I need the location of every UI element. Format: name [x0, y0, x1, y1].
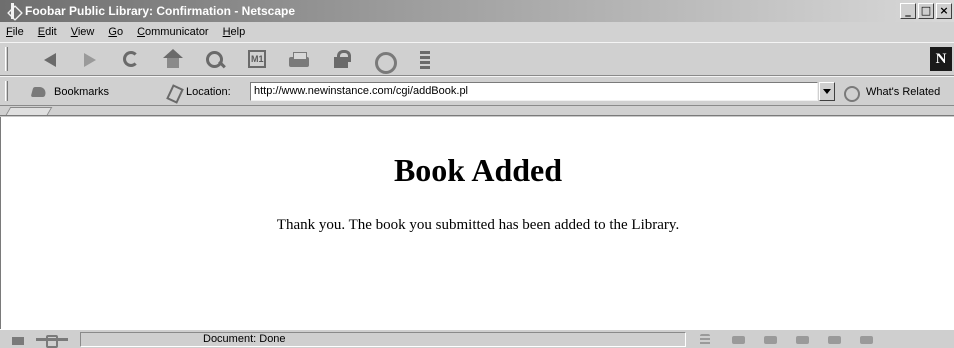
whats-related-icon — [842, 84, 862, 102]
navigation-toolbar: N — [0, 42, 954, 76]
menu-communicator-mnemonic: C — [137, 26, 146, 38]
page-proxy-icon[interactable] — [166, 84, 182, 100]
location-label-group: Location: — [166, 82, 231, 102]
location-toolbar-grip[interactable] — [5, 81, 8, 101]
home-button[interactable] — [154, 46, 192, 72]
reload-button[interactable] — [112, 46, 150, 72]
forward-icon — [78, 49, 100, 69]
home-icon — [162, 49, 184, 69]
url-input[interactable]: http://www.newinstance.com/cgi/addBook.p… — [250, 82, 818, 101]
print-button[interactable] — [280, 46, 318, 72]
status-bar: Document: Done — [0, 329, 954, 348]
component-bar — [690, 331, 952, 348]
menu-help-mnemonic: H — [222, 26, 231, 38]
page-heading: Book Added — [393, 152, 563, 188]
address-book-icon[interactable] — [826, 333, 844, 347]
collapsed-toolbar-strip — [0, 106, 954, 116]
navigator-icon[interactable] — [730, 333, 748, 347]
menu-help[interactable]: Help — [223, 26, 246, 38]
menu-bar: File Edit View Go Communicator Help — [0, 22, 954, 42]
window-controls: _ □ × — [900, 3, 952, 19]
netscape-guide-button[interactable] — [238, 46, 276, 72]
menu-file-label: ile — [12, 26, 24, 38]
security-button[interactable] — [322, 46, 360, 72]
reload-icon — [123, 51, 139, 67]
menu-file-mnemonic: F — [6, 26, 13, 38]
maximize-button[interactable]: □ — [918, 3, 934, 19]
menu-edit-mnemonic: E — [37, 26, 46, 38]
window-title: Foobar Public Library: Confirmation - Ne… — [25, 4, 296, 18]
location-toolbar: Bookmarks Location: http://www.newinstan… — [0, 76, 954, 106]
menu-view-mnemonic: V — [70, 26, 78, 38]
security-icon — [330, 49, 352, 69]
menu-view[interactable]: View — [71, 26, 95, 38]
browser-window: Foobar Public Library: Confirmation - Ne… — [0, 0, 954, 348]
menu-edit[interactable]: Edit — [38, 26, 57, 38]
menu-go-mnemonic: G — [108, 26, 117, 38]
print-icon — [288, 49, 310, 69]
mail-icon[interactable] — [762, 333, 780, 347]
netscape-logo[interactable]: N — [930, 47, 952, 71]
menu-help-label: elp — [230, 26, 246, 38]
close-button[interactable]: × — [936, 3, 952, 19]
menu-file[interactable]: File — [6, 26, 24, 38]
forward-button[interactable] — [70, 46, 108, 72]
toolbar-grip[interactable] — [5, 47, 8, 71]
shop-icon — [372, 49, 397, 74]
search-button[interactable] — [196, 46, 234, 72]
bookmarks-button[interactable]: Bookmarks — [30, 82, 109, 102]
composer-icon[interactable] — [858, 333, 876, 347]
component-bar-grip-icon[interactable] — [698, 333, 716, 347]
bookmarks-icon — [30, 84, 50, 100]
stop-icon — [414, 49, 436, 69]
back-icon — [36, 49, 58, 69]
search-icon — [204, 49, 226, 69]
menu-view-label: iew — [77, 26, 95, 38]
status-text: Document: Done — [80, 332, 686, 347]
back-button[interactable] — [28, 46, 66, 72]
bookmarks-label: Bookmarks — [54, 86, 110, 98]
stop-button[interactable] — [406, 46, 444, 72]
netscape-app-icon — [5, 3, 21, 19]
page-content: Book Added Thank you. The book you submi… — [0, 117, 954, 329]
toolbar-tab-handle[interactable] — [5, 107, 53, 115]
newsgroups-icon[interactable] — [794, 333, 812, 347]
url-dropdown-button[interactable] — [819, 82, 835, 101]
menu-go[interactable]: Go — [108, 26, 123, 38]
menu-communicator[interactable]: Communicator — [137, 26, 209, 38]
location-label: Location: — [186, 86, 231, 98]
connection-status-icon — [32, 332, 78, 348]
title-bar: Foobar Public Library: Confirmation - Ne… — [0, 0, 954, 22]
menu-go-label: o — [116, 26, 124, 38]
minimize-button[interactable]: _ — [900, 3, 916, 19]
security-lock-icon[interactable] — [8, 332, 30, 347]
menu-communicator-label: ommunicator — [145, 26, 209, 38]
netscape-guide-icon — [248, 50, 266, 68]
confirmation-message: Thank you. The book you submitted has be… — [276, 217, 680, 233]
menu-edit-label: dit — [45, 26, 57, 38]
nav-buttons — [28, 46, 444, 74]
whats-related-button[interactable]: What's Related — [842, 82, 940, 102]
whats-related-label: What's Related — [866, 86, 941, 98]
shop-button[interactable] — [364, 46, 402, 74]
